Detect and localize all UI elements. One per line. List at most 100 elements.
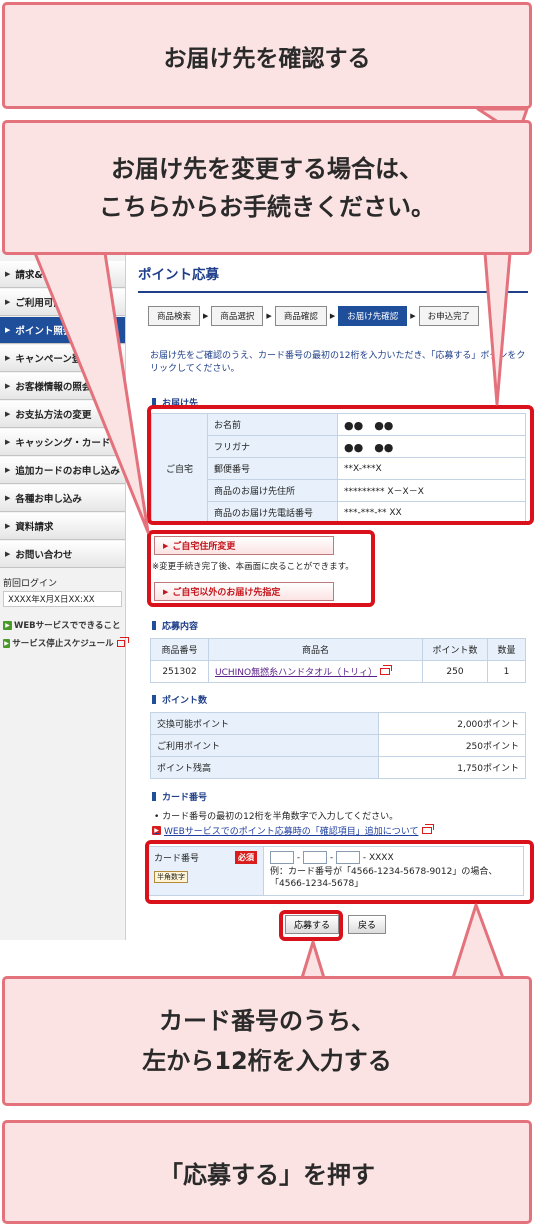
chevron-right-icon: ▶ [5,550,11,558]
product-name-cell: UCHINO無撚糸ハンドタオル（トリィ） [208,660,423,683]
chevron-right-icon: ▶ [5,298,11,306]
sidebar-item-customer-info[interactable]: ▶ お客様情報の照会・変更 [0,373,125,400]
apply-highlight-frame [279,910,343,941]
sidebar-item-label: 追加カードのお申し込み [15,466,120,477]
new-window-icon [421,824,434,834]
progress-steps: 商品検索 ▶ 商品選択 ▶ 商品確認 ▶ お届け先確認 ▶ お申込完了 [148,303,526,329]
table-header-row: 商品番号 商品名 ポイント数 数量 [150,638,526,661]
title-divider [138,291,528,293]
sidebar-item-points[interactable]: ▶ ポイント照会 [0,317,125,344]
card-instruction: • カード番号の最初の12桁を半角数字で入力してください。 [154,812,399,822]
last-login-time: XXXX年X月X日XX:XX [3,591,122,607]
table-row: ポイント残高 1,750ポイント [150,756,526,779]
main-content: ポイント応募 商品検索 ▶ 商品選択 ▶ 商品確認 ▶ お届け先確認 ▶ お申込… [138,250,528,934]
sidebar-item-campaign[interactable]: ▶ キャンペーン登録・確認 [0,345,125,372]
new-window-icon [380,665,393,675]
product-name-link[interactable]: UCHINO無撚糸ハンドタオル（トリィ） [215,668,377,678]
sidebar-item-label: ポイント照会 [15,326,73,337]
column-header: 商品名 [208,638,423,661]
points-label: ご利用ポイント [150,734,379,757]
sidebar-item-statement[interactable]: ▶ 請求&ご利用明細照会 [0,261,125,288]
chevron-right-icon: ▶ [5,494,11,502]
points-label: 交換可能ポイント [150,712,379,735]
apply-callout: 「応募する」を押す [2,1120,532,1224]
step-arrow-icon: ▶ [329,312,336,320]
card-number-callout: カード番号のうち、 左から12桁を入力する [2,976,532,1106]
chevron-right-icon: ▶ [5,522,11,530]
arrow-right-icon: ▶ [152,826,161,835]
step-arrow-icon: ▶ [203,312,209,320]
step-address-confirm: お届け先確認 [338,306,408,326]
sidebar-item-label: ご利用可能額照会 [15,298,92,309]
points-table: 交換可能ポイント 2,000ポイント ご利用ポイント 250ポイント ポイント残… [150,712,526,779]
step-arrow-icon: ▶ [266,312,272,320]
new-window-icon [116,636,130,647]
sidebar-item-label: キャンペーン登録・確認 [15,354,120,365]
chevron-right-icon: ▶ [5,382,11,390]
stop-schedule-link[interactable]: ▶ サービス停止スケジュール [0,636,130,649]
address-highlight-frame [147,405,534,525]
product-code: 251302 [150,660,209,683]
sidebar-item-label: お客様情報の照会・変更 [15,382,120,393]
step-search: 商品検索 [148,306,201,326]
table-row: ご利用ポイント 250ポイント [150,734,526,757]
column-header: ポイント数 [422,638,488,661]
chevron-right-icon: ▶ [5,466,11,474]
last-login-label: 前回ログイン [3,579,58,589]
points-value: 1,750ポイント [378,756,526,779]
card-info-link[interactable]: ▶ WEBサービスでのポイント応募時の「確認項目」追加について [152,824,434,837]
order-table: 商品番号 商品名 ポイント数 数量 251302 UCHINO無撚糸ハンドタオル… [150,638,526,683]
sidebar-item-available-amount[interactable]: ▶ ご利用可能額照会 [0,289,125,316]
step-confirm: 商品確認 [274,306,327,326]
sidebar-item-label: キャッシング・カードローン [15,438,125,449]
step-complete: お申込完了 [418,306,480,326]
chevron-right-icon: ▶ [5,270,11,278]
table-row: 251302 UCHINO無撚糸ハンドタオル（トリィ） 250 1 [150,660,526,683]
chevron-right-icon: ▶ [5,438,11,446]
product-points: 250 [422,660,488,683]
sidebar-item-additional-card[interactable]: ▶ 追加カードのお申し込み [0,457,125,484]
sidebar-item-label: 資料請求 [15,522,54,533]
last-login-panel: 前回ログイン XXXX年X月X日XX:XX [0,576,125,607]
sidebar-item-label: お支払方法の変更 [15,410,92,421]
step-arrow-icon: ▶ [410,312,416,320]
points-value: 2,000ポイント [378,712,526,735]
back-button[interactable]: 戻る [348,915,387,934]
chevron-right-icon: ▶ [5,354,11,362]
sidebar-item-documents[interactable]: ▶ 資料請求 [0,513,125,540]
card-section-heading: カード番号 [152,790,207,803]
web-services-link[interactable]: ▶ WEBサービスでできること [0,619,125,631]
sidebar-item-label: お問い合わせ [15,550,73,561]
sidebar-item-applications[interactable]: ▶ 各種お申し込み [0,485,125,512]
chevron-right-icon: ▶ [5,410,11,418]
points-section-heading: ポイント数 [152,693,207,706]
heading-bar-icon [152,792,156,801]
product-quantity: 1 [487,660,526,683]
sidebar-nav: ▶ 請求&ご利用明細照会 ▶ ご利用可能額照会 ▶ ポイント照会 ▶ キャンペーン登録・… [0,250,130,940]
points-value: 250ポイント [378,734,526,757]
change-address-highlight-frame [147,530,375,607]
page-title: ポイント応募 [138,267,219,283]
sidebar-item-label: 各種お申し込み [15,494,82,505]
step-select: 商品選択 [211,306,264,326]
pointer-card [451,903,505,980]
sidebar-item-cashing[interactable]: ▶ キャッシング・カードローン [0,429,125,456]
table-row: 交換可能ポイント 2,000ポイント [150,712,526,735]
arrow-right-icon: ▶ [3,620,12,630]
intro-text: お届け先をご確認のうえ、カード番号の最初の12桁を入力いただき、「応募する」ボタ… [150,351,526,374]
arrow-right-icon: ▶ [3,638,11,648]
order-section-heading: 応募内容 [152,619,198,632]
pointer-apply [300,940,326,980]
change-address-callout: お届け先を変更する場合は、 こちらからお手続きください。 [2,120,532,255]
heading-bar-icon [152,621,156,630]
sidebar-item-label: 請求&ご利用明細照会 [15,270,110,281]
heading-bar-icon [152,695,156,704]
confirm-callout: お届け先を確認する [2,2,532,109]
chevron-right-icon: ▶ [5,326,11,334]
sidebar-item-payment-method[interactable]: ▶ お支払方法の変更 [0,401,125,428]
column-header: 数量 [487,638,526,661]
card-highlight-frame [145,840,534,904]
column-header: 商品番号 [150,638,209,661]
sidebar-item-contact[interactable]: ▶ お問い合わせ [0,541,125,568]
